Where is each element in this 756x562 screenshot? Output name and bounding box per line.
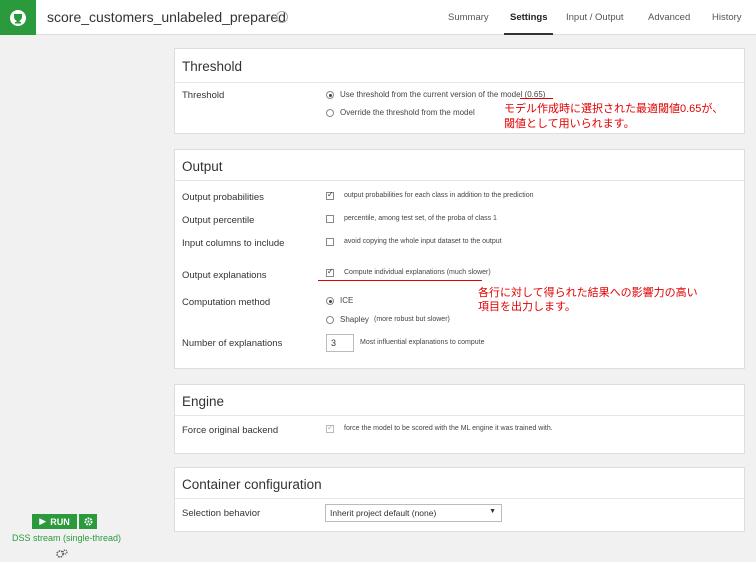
top-bar: score_customers_unlabeled_prepared Summa… <box>0 0 756 35</box>
tab-summary[interactable]: Summary <box>448 0 489 35</box>
output-percentile-desc: percentile, among test set, of the proba… <box>344 215 497 222</box>
tab-input-output[interactable]: Input / Output <box>566 0 624 35</box>
ice-radio[interactable] <box>326 297 334 305</box>
threshold-annotation-line2: 閾値として用いられます。 <box>504 118 635 130</box>
selection-behavior-value: Inherit project default (none) <box>330 508 437 518</box>
shapley-note: (more robust but slower) <box>374 316 450 323</box>
shapley-option[interactable]: Shapley <box>340 315 369 324</box>
output-panel: Output Output probabilities output proba… <box>174 149 745 369</box>
num-explanations-desc: Most influential explanations to compute <box>360 339 485 346</box>
force-backend-checkbox[interactable] <box>326 423 334 433</box>
engine-label[interactable]: DSS stream (single-thread) <box>12 533 121 543</box>
computation-method-label: Computation method <box>182 297 271 308</box>
output-explanations-checkbox[interactable] <box>326 267 334 277</box>
run-label: RUN <box>50 516 70 527</box>
threshold-panel: Threshold Threshold Use threshold from t… <box>174 48 745 134</box>
threshold-heading: Threshold <box>182 59 243 74</box>
explanation-annotation-line2: 項目を出力します。 <box>478 301 576 313</box>
tab-advanced[interactable]: Advanced <box>648 0 690 35</box>
engine-heading: Engine <box>182 394 225 409</box>
tab-history[interactable]: History <box>712 0 742 35</box>
divider <box>175 415 744 416</box>
left-sidebar <box>0 35 168 562</box>
engine-panel: Engine Force original backend force the … <box>174 384 745 454</box>
num-explanations-input[interactable]: 3 <box>326 334 354 352</box>
output-probabilities-label: Output probabilities <box>182 192 264 203</box>
threshold-use-option[interactable]: Use threshold from the current version o… <box>340 90 545 99</box>
container-heading: Container configuration <box>182 477 322 492</box>
selection-behavior-select[interactable]: Inherit project default (none) ▼ <box>325 504 502 522</box>
run-settings-button[interactable] <box>79 514 97 529</box>
play-icon: ▶ <box>39 516 47 526</box>
container-panel: Container configuration Selection behavi… <box>174 467 745 532</box>
output-explanations-desc: Compute individual explanations (much sl… <box>344 269 491 276</box>
output-probabilities-checkbox[interactable] <box>326 190 334 200</box>
recipe-title[interactable]: score_customers_unlabeled_prepared <box>47 9 286 25</box>
chevron-down-icon: ▼ <box>489 508 496 515</box>
annotation-underline-threshold <box>520 98 553 99</box>
input-columns-label: Input columns to include <box>182 238 285 249</box>
threshold-override-option[interactable]: Override the threshold from the model <box>340 108 475 117</box>
divider <box>175 498 744 499</box>
output-heading: Output <box>182 159 223 174</box>
output-probabilities-desc: output probabilities for each class in a… <box>344 192 534 199</box>
tab-settings[interactable]: Settings <box>504 0 554 35</box>
input-columns-desc: avoid copying the whole input dataset to… <box>344 238 502 245</box>
recipe-icon[interactable] <box>0 0 36 35</box>
run-controls: ▶ RUN <box>32 514 97 529</box>
selection-behavior-label: Selection behavior <box>182 508 261 519</box>
annotation-underline-explanations <box>318 280 482 281</box>
edit-icon[interactable] <box>276 11 288 23</box>
threshold-override-radio[interactable] <box>326 109 334 117</box>
threshold-use-radio[interactable] <box>326 91 334 99</box>
gear-icon <box>83 517 93 526</box>
input-columns-checkbox[interactable] <box>326 238 334 246</box>
explanation-annotation-line1: 各行に対して得られた結果への影響力の高い <box>478 287 698 299</box>
output-percentile-label: Output percentile <box>182 215 255 226</box>
num-explanations-label: Number of explanations <box>182 338 283 349</box>
threshold-annotation-line1: モデル作成時に選択された最適閾値0.65が、 <box>504 103 724 115</box>
threshold-label: Threshold <box>182 90 225 101</box>
force-backend-desc: force the model to be scored with the ML… <box>344 425 553 432</box>
engine-settings-icon[interactable] <box>56 546 68 562</box>
divider <box>175 180 744 181</box>
ice-option[interactable]: ICE <box>340 296 353 305</box>
output-percentile-checkbox[interactable] <box>326 215 334 223</box>
run-button[interactable]: ▶ RUN <box>32 514 77 529</box>
force-backend-label: Force original backend <box>182 425 279 436</box>
output-explanations-label: Output explanations <box>182 270 267 281</box>
shapley-radio[interactable] <box>326 316 334 324</box>
divider <box>175 82 744 83</box>
